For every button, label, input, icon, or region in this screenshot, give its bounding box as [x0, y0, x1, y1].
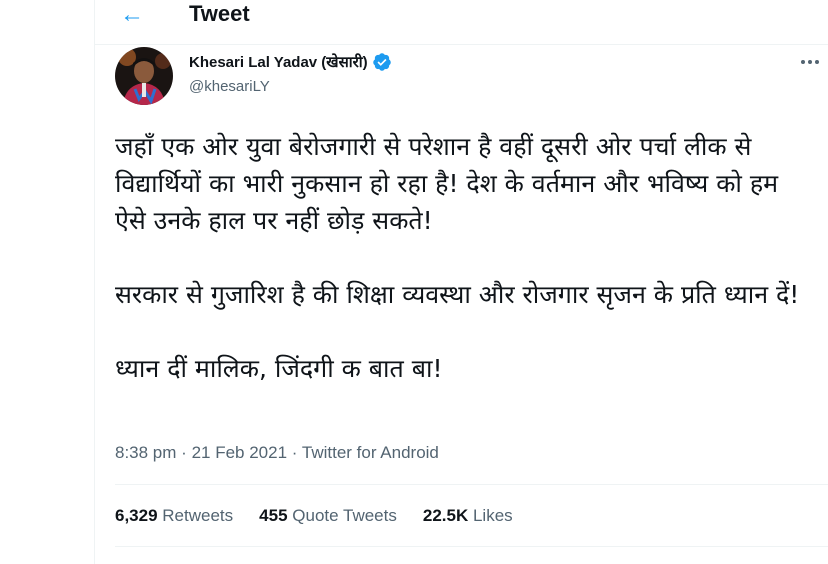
quote-tweets-stat[interactable]: 455 Quote Tweets — [259, 506, 397, 526]
display-name[interactable]: Khesari Lal Yadav (खेसारी) — [189, 52, 368, 72]
author-name-row[interactable]: Khesari Lal Yadav (खेसारी) — [189, 52, 392, 72]
page-header: ← Tweet — [95, 0, 828, 45]
retweets-count: 6,329 — [115, 506, 158, 525]
author-handle[interactable]: @khesariLY — [189, 78, 270, 95]
divider — [115, 546, 828, 547]
tweet-paragraph: सरकार से गुजारिश है की शिक्षा व्यवस्था औ… — [115, 280, 800, 309]
arrow-left-icon: ← — [120, 1, 144, 28]
quote-tweets-count: 455 — [259, 506, 288, 525]
divider — [115, 484, 828, 485]
avatar-image — [115, 47, 173, 105]
verified-badge-icon — [372, 53, 391, 71]
tweet-paragraph: ध्यान दीं मालिक, जिंदगी क बात बा! — [115, 354, 443, 383]
likes-stat[interactable]: 22.5K Likes — [423, 506, 513, 526]
tweet-metadata: 8:38 pm · 21 Feb 2021 · Twitter for Andr… — [115, 443, 439, 463]
tweet-source[interactable]: Twitter for Android — [302, 443, 439, 462]
more-options-button[interactable] — [795, 50, 825, 74]
likes-count: 22.5K — [422, 506, 469, 525]
quote-tweets-label: Quote Tweets — [292, 506, 397, 525]
retweets-stat[interactable]: 6,329 Retweets — [115, 506, 233, 526]
tweet-paragraph: जहाँ एक ओर युवा बेरोजगारी से परेशान है व… — [115, 132, 779, 235]
more-dots-icon — [801, 60, 805, 64]
retweets-label: Retweets — [162, 506, 234, 525]
tweet-stats: 6,329 Retweets 455 Quote Tweets 22.5K Li… — [115, 506, 539, 526]
meta-separator: · — [291, 443, 298, 462]
likes-label: Likes — [472, 506, 513, 525]
page-title: Tweet — [189, 1, 250, 26]
tweet-timestamp[interactable]: 8:38 pm · 21 Feb 2021 — [115, 443, 287, 462]
back-button[interactable]: ← — [117, 0, 147, 30]
tweet-text: जहाँ एक ओर युवा बेरोजगारी से परेशान है व… — [115, 128, 815, 387]
tweet-column: ← Tweet Khesari Lal Yadav (खेसारी) @khes… — [94, 0, 828, 564]
avatar[interactable] — [115, 47, 173, 105]
